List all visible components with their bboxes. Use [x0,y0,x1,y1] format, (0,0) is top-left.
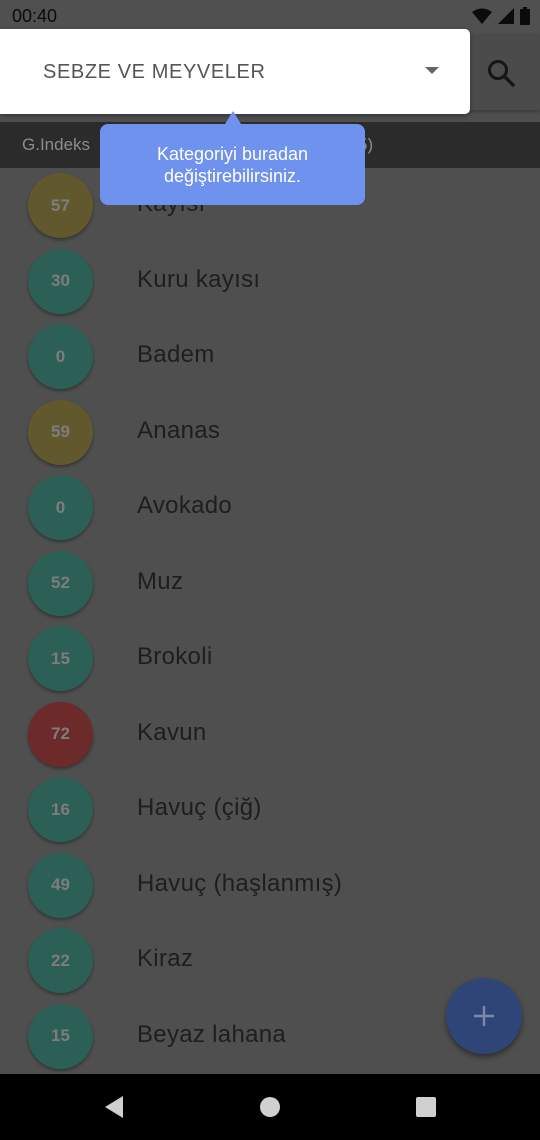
gi-badge: 0 [28,475,93,540]
list-item[interactable]: 0 Badem [0,319,540,395]
list-item[interactable]: 52 Muz [0,546,540,622]
food-name: Ananas [137,416,221,444]
gi-badge: 22 [28,928,93,993]
food-name: Kavun [137,718,207,746]
list-item[interactable]: 15 Brokoli [0,621,540,697]
tooltip-pointer [225,111,241,124]
gi-badge: 30 [28,248,93,314]
gi-badge: 59 [28,399,93,465]
gi-badge: 15 [28,1003,93,1069]
home-icon[interactable] [257,1094,283,1120]
food-name: Avokado [137,492,233,519]
list-item[interactable]: 30 Kuru kayısı [0,244,540,320]
gi-badge: 57 [28,173,93,238]
signal-icon [498,8,514,24]
food-list: 57Kayısı30Kuru kayısı0Badem59Ananas0Avok… [0,168,540,1074]
food-name: Kuru kayısı [137,265,261,293]
gi-badge: 49 [28,852,93,918]
battery-icon [520,7,530,25]
gi-badge: 16 [28,777,93,842]
category-dropdown-value: SEBZE VE MEYVELER [43,61,266,83]
gi-column-header: G.Indeks [22,135,91,154]
add-button[interactable] [446,978,522,1054]
gi-badge: 52 [28,550,93,616]
tooltip-line-1: Kategoriyi buradan [156,143,309,164]
search-icon[interactable] [486,58,516,88]
category-tooltip[interactable]: Kategoriyi buradan değiştirebilirsiniz. [100,124,365,205]
food-name: Muz [137,567,184,595]
wifi-icon [472,8,492,24]
navigation-bar [0,1074,540,1140]
list-item[interactable]: 59 Ananas [0,395,540,471]
food-name: Beyaz lahana [137,1020,287,1048]
list-item[interactable]: 72 Kavun [0,697,540,773]
list-item[interactable]: 16 Havuç (çiğ) [0,772,540,848]
list-item[interactable]: 0 Avokado [0,470,540,546]
food-name: Havuç (çiğ) [137,794,262,821]
status-time: 00:40 [12,6,58,26]
food-name: Badem [137,341,215,368]
list-item[interactable]: 49 Havuç (haşlanmış) [0,848,540,924]
food-name: Brokoli [137,643,213,670]
back-icon[interactable] [101,1094,127,1120]
food-name: Kiraz [137,945,194,972]
gi-badge: 72 [28,701,93,767]
dropdown-arrow-icon [425,67,439,74]
recents-icon[interactable] [413,1094,439,1120]
tooltip-line-2: değiştirebilirsiniz. [163,165,302,186]
gi-badge: 15 [28,626,93,691]
status-icons [472,7,530,25]
category-dropdown[interactable]: SEBZE VE MEYVELER [0,29,470,114]
plus-icon [474,1006,494,1026]
food-name: Havuç (haşlanmış) [137,869,343,897]
gi-badge: 0 [28,324,93,389]
